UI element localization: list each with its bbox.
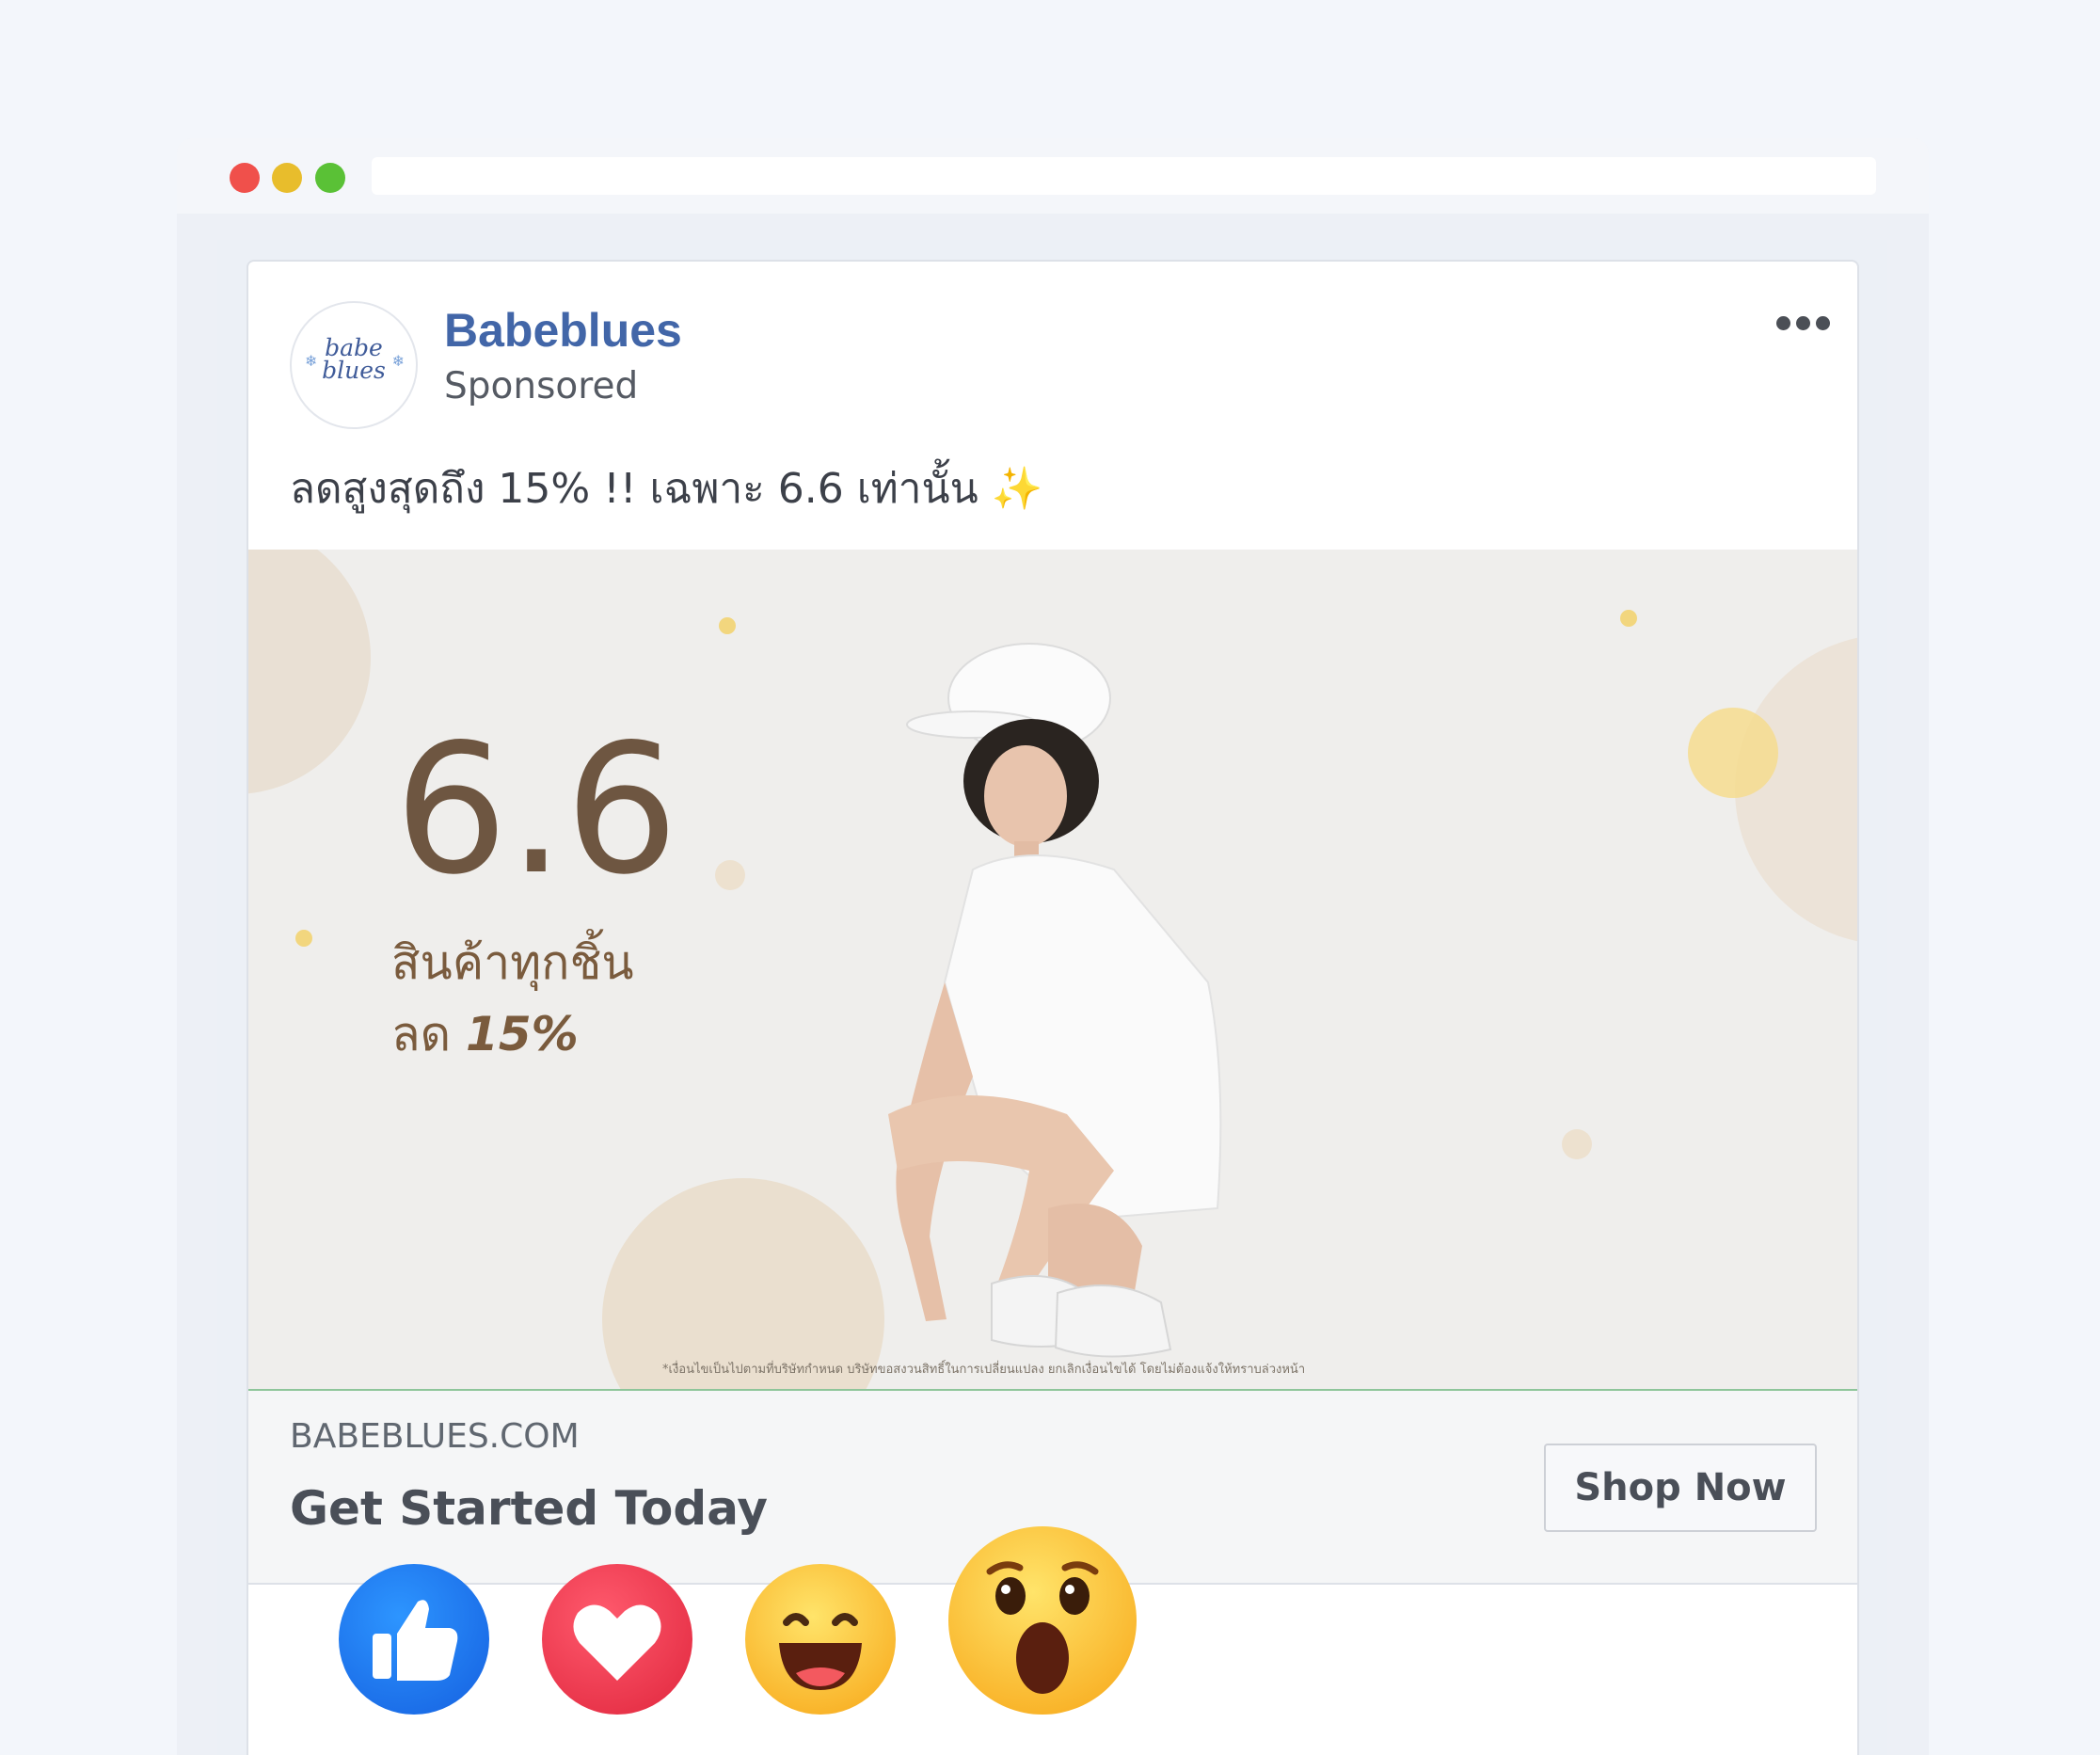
caption-text: ลดสูงสุดถึง 15% !! เฉพาะ 6.6 เท่านั้น <box>290 465 978 513</box>
address-bar[interactable] <box>372 157 1876 195</box>
like-icon[interactable] <box>339 1564 489 1715</box>
ad-offer-line-2: ลด 15% <box>391 997 579 1072</box>
browser-titlebar <box>177 138 1929 214</box>
link-domain: BABEBLUES.COM <box>290 1417 580 1456</box>
snowflake-icon: ❄ <box>391 352 405 370</box>
decorative-dot <box>1562 1129 1592 1159</box>
haha-icon[interactable] <box>745 1564 896 1715</box>
ad-offer-prefix: ลด <box>391 1007 452 1061</box>
link-headline: Get Started Today <box>290 1481 768 1536</box>
close-window-icon[interactable] <box>230 163 260 193</box>
decorative-dot <box>295 930 312 947</box>
ad-offer-value: 15% <box>466 1007 579 1061</box>
love-icon[interactable] <box>542 1564 692 1715</box>
post-caption: ลดสูงสุดถึง 15% !! เฉพาะ 6.6 เท่านั้น ✨ <box>290 455 1042 521</box>
decorative-circle <box>248 550 371 794</box>
minimize-window-icon[interactable] <box>272 163 302 193</box>
sparkles-icon: ✨ <box>991 465 1043 513</box>
maximize-window-icon[interactable] <box>315 163 345 193</box>
sponsored-label[interactable]: Sponsored <box>444 365 638 407</box>
ad-sale-date: 6.6 <box>394 706 679 914</box>
model-photo <box>888 643 1222 1358</box>
ad-offer-line-1: สินค้าทุกชิ้น <box>391 935 634 990</box>
shop-now-button[interactable]: Shop Now <box>1544 1444 1817 1532</box>
decorative-dot <box>1620 610 1637 627</box>
decorative-dot <box>1688 708 1778 798</box>
avatar[interactable]: ❄ babe blues ❄ <box>290 301 418 429</box>
wow-icon[interactable] <box>948 1526 1137 1715</box>
decorative-dot <box>715 860 745 890</box>
decorative-dot <box>719 617 736 634</box>
page-name-link[interactable]: Babeblues <box>444 303 682 358</box>
more-options-icon[interactable] <box>1776 316 1833 335</box>
ad-disclaimer: *เงื่อนไขเป็นไปตามที่บริษัทกำหนด บริษัทข… <box>662 1363 1306 1377</box>
ad-image[interactable]: 6.6 สินค้าทุกชิ้น ลด 15% *เงื่อนไขเป็นไป… <box>248 550 1857 1389</box>
